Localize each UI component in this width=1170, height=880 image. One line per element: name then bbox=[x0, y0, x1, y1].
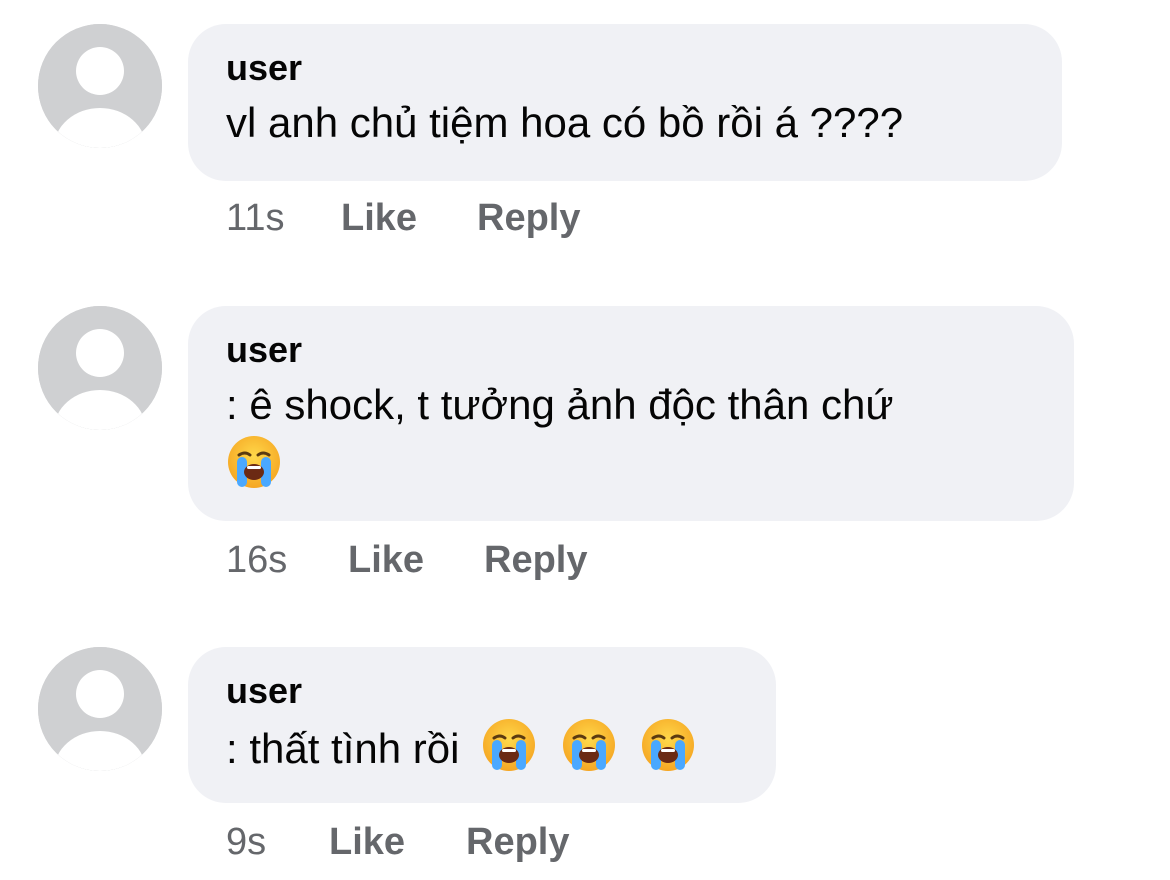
comment-text: : ê shock, t tưởng ảnh độc thân chứ bbox=[226, 376, 1036, 495]
loudly-crying-face-icon bbox=[642, 719, 695, 771]
like-button[interactable]: Like bbox=[329, 820, 466, 864]
loudly-crying-face-icon bbox=[562, 719, 615, 771]
comment-author[interactable]: user bbox=[226, 46, 1024, 90]
comment-bubble: user : thất tình rồi bbox=[188, 647, 776, 803]
comment-actions: 9s Like Reply bbox=[226, 820, 569, 864]
comment-actions: 11s Like Reply bbox=[226, 196, 580, 240]
avatar[interactable] bbox=[38, 647, 162, 771]
comment-text-content: : thất tình rồi bbox=[226, 725, 460, 772]
comment-bubble: user : ê shock, t tưởng ảnh độc thân chứ bbox=[188, 306, 1074, 521]
reply-button[interactable]: Reply bbox=[477, 196, 580, 240]
avatar[interactable] bbox=[38, 306, 162, 430]
comment-text: : thất tình rồi bbox=[226, 717, 738, 778]
like-button[interactable]: Like bbox=[341, 196, 477, 240]
comment-author[interactable]: user bbox=[226, 669, 738, 713]
like-button[interactable]: Like bbox=[348, 538, 484, 582]
comment-actions: 16s Like Reply bbox=[226, 538, 587, 582]
comment-timestamp[interactable]: 11s bbox=[226, 196, 341, 240]
comment-timestamp[interactable]: 9s bbox=[226, 820, 329, 864]
loudly-crying-face-icon bbox=[228, 436, 280, 488]
comment-bubble: user vl anh chủ tiệm hoa có bồ rồi á ???… bbox=[188, 24, 1062, 181]
comment-author[interactable]: user bbox=[226, 328, 1036, 372]
loudly-crying-face-icon bbox=[483, 719, 536, 771]
avatar[interactable] bbox=[38, 24, 162, 148]
default-user-icon bbox=[38, 647, 162, 771]
comment-timestamp[interactable]: 16s bbox=[226, 538, 348, 582]
reply-button[interactable]: Reply bbox=[466, 820, 569, 864]
reply-button[interactable]: Reply bbox=[484, 538, 587, 582]
comment-text-content: : ê shock, t tưởng ảnh độc thân chứ bbox=[226, 381, 894, 428]
comment-text: vl anh chủ tiệm hoa có bồ rồi á ???? bbox=[226, 99, 904, 146]
default-user-icon bbox=[38, 24, 162, 148]
default-user-icon bbox=[38, 306, 162, 430]
